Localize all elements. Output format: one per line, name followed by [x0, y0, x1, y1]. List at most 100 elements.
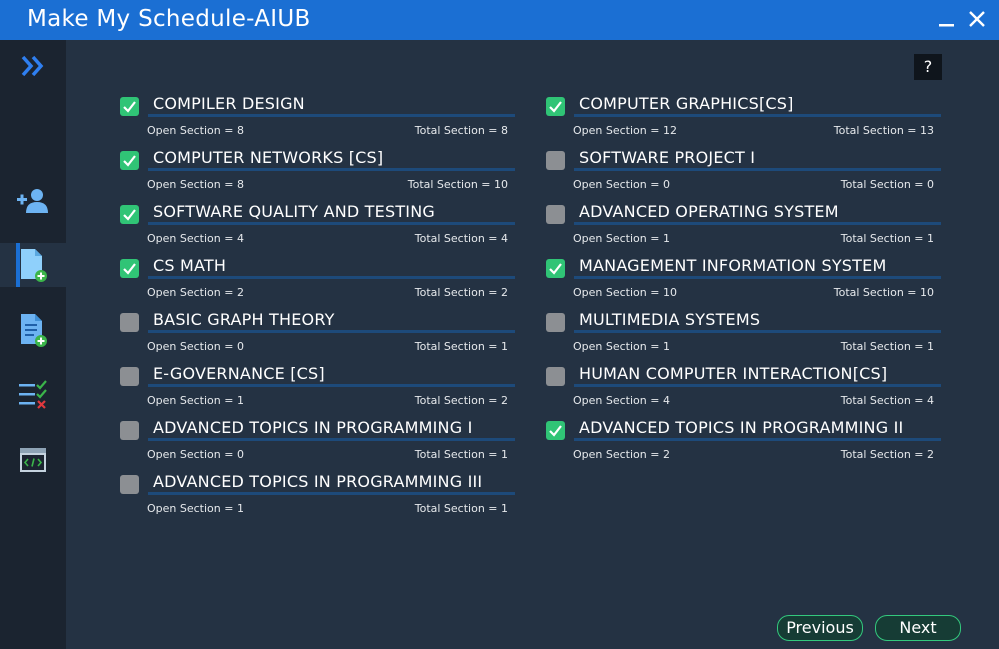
course-name: BASIC GRAPH THEORY — [153, 310, 335, 329]
open-section-label: Open Section = 4 — [147, 232, 244, 245]
sidebar-item-add-course[interactable] — [0, 243, 66, 287]
course-checkbox[interactable] — [120, 205, 139, 224]
total-section-label: Total Section = 2 — [414, 286, 508, 299]
course-underline — [148, 276, 515, 279]
add-user-icon — [17, 189, 48, 213]
course-underline — [148, 438, 515, 441]
course-checkbox[interactable] — [120, 421, 139, 440]
course-underline — [148, 114, 515, 117]
checkmark-icon — [123, 155, 136, 167]
course-checkbox[interactable] — [120, 97, 139, 116]
course-name: MANAGEMENT INFORMATION SYSTEM — [579, 256, 887, 275]
total-section-label: Total Section = 1 — [414, 448, 508, 461]
course-name: SOFTWARE QUALITY AND TESTING — [153, 202, 435, 221]
sidebar-item-add-user[interactable] — [0, 179, 66, 223]
course-underline — [148, 168, 515, 171]
course-name: ADVANCED TOPICS IN PROGRAMMING III — [153, 472, 483, 491]
course-checkbox[interactable] — [120, 151, 139, 170]
course-underline — [148, 384, 515, 387]
total-section-label: Total Section = 13 — [833, 124, 934, 137]
sidebar-item-add-list[interactable] — [0, 308, 66, 352]
checkmark-icon — [123, 263, 136, 275]
course-item: BASIC GRAPH THEORY Open Section = 0 Total … — [120, 310, 515, 367]
course-underline — [574, 330, 941, 333]
total-section-label: Total Section = 1 — [840, 340, 934, 353]
open-section-label: Open Section = 0 — [147, 340, 244, 353]
course-underline — [574, 384, 941, 387]
course-checkbox[interactable] — [546, 313, 565, 332]
course-checkbox[interactable] — [546, 421, 565, 440]
course-item: MANAGEMENT INFORMATION SYSTEM Open Sectio… — [546, 256, 941, 313]
course-name: COMPUTER GRAPHICS[CS] — [579, 94, 794, 113]
total-section-label: Total Section = 2 — [414, 394, 508, 407]
add-document-icon — [21, 249, 47, 282]
total-section-label: Total Section = 10 — [407, 178, 508, 191]
sidebar-item-checklist[interactable] — [0, 373, 66, 417]
course-item: COMPUTER NETWORKS [CS] Open Section = 8 To… — [120, 148, 515, 205]
checklist-icon — [19, 380, 47, 409]
chevron-double-right-icon — [21, 55, 44, 77]
open-section-label: Open Section = 1 — [147, 394, 244, 407]
course-name: E-GOVERNANCE [CS] — [153, 364, 325, 383]
course-underline — [574, 438, 941, 441]
checkmark-icon — [123, 209, 136, 221]
open-section-label: Open Section = 1 — [573, 232, 670, 245]
course-item: CS MATH Open Section = 2 Total Section = 2 — [120, 256, 515, 313]
total-section-label: Total Section = 0 — [840, 178, 934, 191]
course-item: ADVANCED TOPICS IN PROGRAMMING I Open Sec… — [120, 418, 515, 475]
course-name: HUMAN COMPUTER INTERACTION[CS] — [579, 364, 888, 383]
window-title: Make My Schedule-AIUB — [27, 6, 311, 32]
help-button[interactable]: ? — [914, 54, 942, 80]
total-section-label: Total Section = 1 — [840, 232, 934, 245]
course-checkbox[interactable] — [120, 367, 139, 386]
course-item: ADVANCED TOPICS IN PROGRAMMING III Open S… — [120, 472, 515, 529]
sidebar-item-code[interactable] — [0, 438, 66, 482]
course-underline — [148, 492, 515, 495]
checkmark-icon — [123, 101, 136, 113]
open-section-label: Open Section = 0 — [147, 448, 244, 461]
title-bar: Make My Schedule-AIUB — [0, 0, 999, 40]
course-name: SOFTWARE PROJECT I — [579, 148, 756, 167]
next-button[interactable]: Next — [875, 615, 961, 641]
course-name: COMPILER DESIGN — [153, 94, 305, 113]
course-underline — [574, 168, 941, 171]
course-checkbox[interactable] — [546, 151, 565, 170]
course-underline — [148, 222, 515, 225]
course-checkbox[interactable] — [546, 205, 565, 224]
open-section-label: Open Section = 1 — [147, 502, 244, 515]
course-checkbox[interactable] — [546, 97, 565, 116]
open-section-label: Open Section = 2 — [147, 286, 244, 299]
minimize-button[interactable] — [936, 8, 958, 30]
course-underline — [574, 114, 941, 117]
course-checkbox[interactable] — [120, 259, 139, 278]
course-checkbox[interactable] — [546, 259, 565, 278]
course-item: COMPILER DESIGN Open Section = 8 Total Sec… — [120, 94, 515, 151]
open-section-label: Open Section = 10 — [573, 286, 677, 299]
course-checkbox[interactable] — [120, 475, 139, 494]
total-section-label: Total Section = 10 — [833, 286, 934, 299]
course-checkbox[interactable] — [546, 367, 565, 386]
previous-button[interactable]: Previous — [777, 615, 863, 641]
open-section-label: Open Section = 1 — [573, 340, 670, 353]
course-checkbox[interactable] — [120, 313, 139, 332]
course-name: COMPUTER NETWORKS [CS] — [153, 148, 384, 167]
course-name: CS MATH — [153, 256, 227, 275]
minimize-icon — [939, 24, 954, 27]
total-section-label: Total Section = 1 — [414, 340, 508, 353]
total-section-label: Total Section = 4 — [840, 394, 934, 407]
close-button[interactable] — [966, 8, 988, 30]
code-window-icon — [20, 448, 46, 472]
total-section-label: Total Section = 4 — [414, 232, 508, 245]
course-item: SOFTWARE PROJECT I Open Section = 0 Total … — [546, 148, 941, 205]
course-item: MULTIMEDIA SYSTEMS Open Section = 1 Total … — [546, 310, 941, 367]
total-section-label: Total Section = 8 — [414, 124, 508, 137]
open-section-label: Open Section = 8 — [147, 124, 244, 137]
sidebar-toggle[interactable] — [0, 44, 66, 88]
total-section-label: Total Section = 1 — [414, 502, 508, 515]
course-item: SOFTWARE QUALITY AND TESTING Open Section… — [120, 202, 515, 259]
course-name: ADVANCED TOPICS IN PROGRAMMING I — [153, 418, 473, 437]
course-underline — [574, 222, 941, 225]
course-name: ADVANCED TOPICS IN PROGRAMMING II — [579, 418, 904, 437]
course-item: COMPUTER GRAPHICS[CS] Open Section = 12 To… — [546, 94, 941, 151]
course-item: E-GOVERNANCE [CS] Open Section = 1 Total S… — [120, 364, 515, 421]
